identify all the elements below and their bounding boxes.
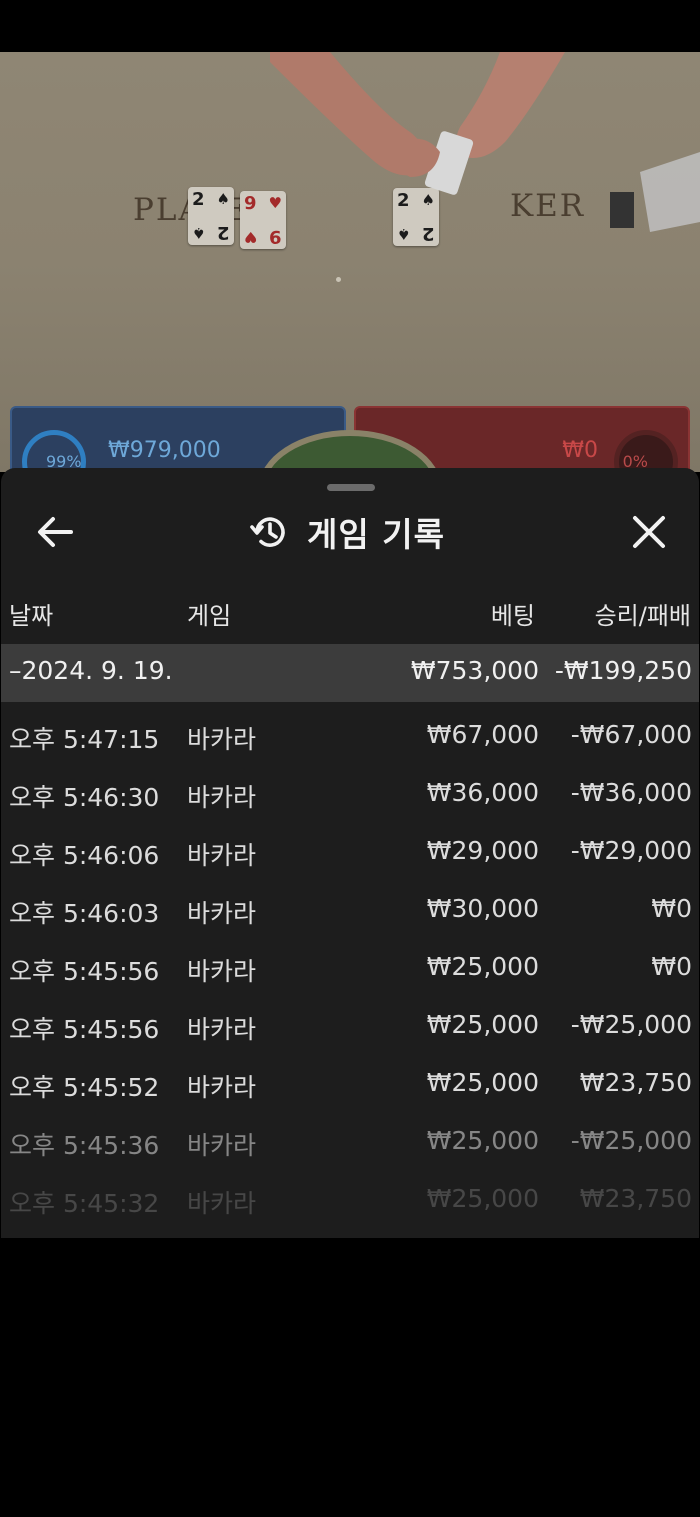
column-header-bet: 베팅 [490,602,535,630]
date-group-label: –2024. 9. 19. [9,656,173,685]
column-header-result: 승리/패배 [594,602,691,630]
card-shoe-image [610,152,700,232]
row-time: 오후 5:45:52 [9,1073,160,1102]
row-result: -₩29,000 [570,836,692,865]
row-game: 바카라 [187,957,257,986]
row-result: -₩67,000 [570,720,692,749]
date-group-bet-total: ₩753,000 [410,656,539,685]
row-result: -₩25,000 [570,1010,692,1039]
arrow-left-icon [38,517,73,547]
history-row[interactable]: 오후 5:45:36 바카라 ₩25,000 -₩25,000 [1,1108,699,1166]
row-time: 오후 5:47:15 [9,725,160,754]
row-time: 오후 5:45:36 [9,1131,160,1160]
row-time: 오후 5:46:03 [9,899,160,928]
row-bet: ₩36,000 [426,778,539,807]
row-result: ₩23,750 [579,1184,692,1213]
back-button[interactable] [31,512,79,552]
sheet-title-group: 게임 기록 [249,508,445,556]
date-group-result-total: -₩199,250 [554,656,692,685]
row-result: ₩0 [651,952,692,981]
row-bet: ₩67,000 [426,720,539,749]
table-marker-dot [336,277,341,282]
column-header-date: 날짜 [9,602,54,630]
row-game: 바카라 [187,1189,257,1218]
empty-bottom-area [0,1238,700,1517]
row-game: 바카라 [187,1131,257,1160]
dealer-hands-image [270,52,565,195]
row-game: 바카라 [187,783,257,812]
history-row[interactable]: 오후 5:46:06 바카라 ₩29,000 -₩29,000 [1,818,699,876]
history-row[interactable]: 오후 5:46:30 바카라 ₩36,000 -₩36,000 [1,760,699,818]
sheet-header: 게임 기록 [1,498,699,568]
close-icon [633,516,665,548]
column-header-game: 게임 [187,602,232,630]
row-result: -₩25,000 [570,1126,692,1155]
row-bet: ₩25,000 [426,1126,539,1155]
row-time: 오후 5:46:06 [9,841,160,870]
game-history-sheet: 게임 기록 날짜 게임 베팅 승리/패배 –2024. 9. 19. ₩753,… [1,468,699,1238]
close-button[interactable] [627,510,671,554]
row-game: 바카라 [187,899,257,928]
row-bet: ₩29,000 [426,836,539,865]
row-bet: ₩25,000 [426,1184,539,1213]
player-bet-amount: ₩979,000 [108,438,221,463]
row-game: 바카라 [187,1073,257,1102]
page-title: 게임 기록 [307,515,445,554]
row-bet: ₩25,000 [426,1010,539,1039]
row-bet: ₩30,000 [426,894,539,923]
history-row[interactable]: 오후 5:47:15 바카라 ₩67,000 -₩67,000 [1,702,699,760]
row-time: 오후 5:46:30 [9,783,160,812]
history-list: 오후 5:47:15 바카라 ₩67,000 -₩67,000 오후 5:46:… [1,702,699,1224]
row-game: 바카라 [187,1015,257,1044]
row-time: 오후 5:45:32 [9,1189,160,1218]
row-time: 오후 5:45:56 [9,1015,160,1044]
row-result: ₩23,750 [579,1068,692,1097]
row-bet: ₩25,000 [426,1068,539,1097]
history-row[interactable]: 오후 5:45:52 바카라 ₩25,000 ₩23,750 [1,1050,699,1108]
banker-bet-amount: ₩0 [562,438,598,463]
history-icon [250,517,285,547]
player-card-1: 2 ♠ ♠ 2 [188,187,234,245]
history-row[interactable]: 오후 5:46:03 바카라 ₩30,000 ₩0 [1,876,699,934]
live-game-video: PLAYER KER 2 ♠ ♠ 2 9 ♥ ♥ 9 2 ♠ ♠ 2 99% ₩… [0,52,700,472]
row-time: 오후 5:45:56 [9,957,160,986]
row-game: 바카라 [187,841,257,870]
row-game: 바카라 [187,725,257,754]
history-row[interactable]: 오후 5:45:56 바카라 ₩25,000 -₩25,000 [1,992,699,1050]
history-row[interactable]: 오후 5:45:32 바카라 ₩25,000 ₩23,750 [1,1166,699,1224]
row-result: ₩0 [651,894,692,923]
row-bet: ₩25,000 [426,952,539,981]
history-row[interactable]: 오후 5:45:56 바카라 ₩25,000 ₩0 [1,934,699,992]
sheet-drag-handle[interactable] [327,484,375,491]
date-group-row[interactable]: –2024. 9. 19. ₩753,000 -₩199,250 [1,644,699,702]
row-result: -₩36,000 [570,778,692,807]
